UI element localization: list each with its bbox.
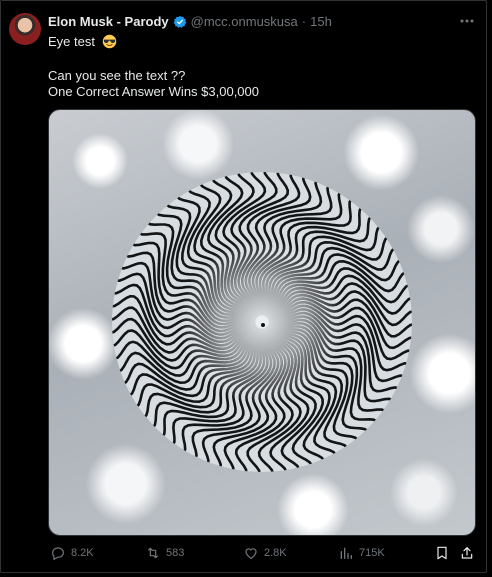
tweet-text-line-3: One Correct Answer Wins $3,00,000	[48, 84, 259, 99]
views-count: 715K	[359, 547, 385, 559]
tweet-header: Elon Musk - Parody @mcc.onmuskusa · 15h	[48, 14, 332, 29]
views-icon	[340, 547, 352, 559]
tweet-image[interactable]	[48, 109, 476, 536]
like-count: 2.8K	[264, 547, 287, 559]
optical-illusion-disc	[112, 172, 412, 472]
action-bar: 8.2K 583 2.8K 715K	[1, 539, 488, 569]
verified-badge-icon	[173, 15, 186, 28]
share-button[interactable]	[459, 545, 475, 561]
tweet-text-line-1: Eye test	[48, 34, 117, 50]
share-icon	[461, 547, 473, 559]
author-name[interactable]: Elon Musk - Parody	[48, 14, 169, 29]
retweet-count: 583	[166, 547, 185, 559]
more-icon[interactable]	[458, 14, 476, 28]
retweet-button[interactable]: 583	[145, 545, 184, 561]
tweet-card[interactable]: Elon Musk - Parody @mcc.onmuskusa · 15h …	[0, 0, 487, 573]
bookmark-button[interactable]	[434, 545, 450, 561]
views-button[interactable]: 715K	[338, 545, 385, 561]
like-button[interactable]: 2.8K	[243, 545, 287, 561]
timestamp[interactable]: 15h	[310, 14, 332, 29]
reply-button[interactable]: 8.2K	[50, 545, 94, 561]
reply-icon	[52, 547, 64, 561]
sunglasses-emoji-icon	[102, 34, 116, 49]
avatar[interactable]	[9, 13, 41, 45]
bookmark-icon	[437, 546, 447, 560]
like-icon	[245, 548, 257, 560]
reply-count: 8.2K	[71, 547, 94, 559]
author-handle[interactable]: @mcc.onmuskusa	[191, 14, 298, 29]
eye-test-text: Eye test	[48, 34, 95, 49]
separator-dot: ·	[301, 14, 307, 29]
tweet-text-line-2: Can you see the text ??	[48, 68, 186, 83]
retweet-icon	[147, 547, 159, 559]
